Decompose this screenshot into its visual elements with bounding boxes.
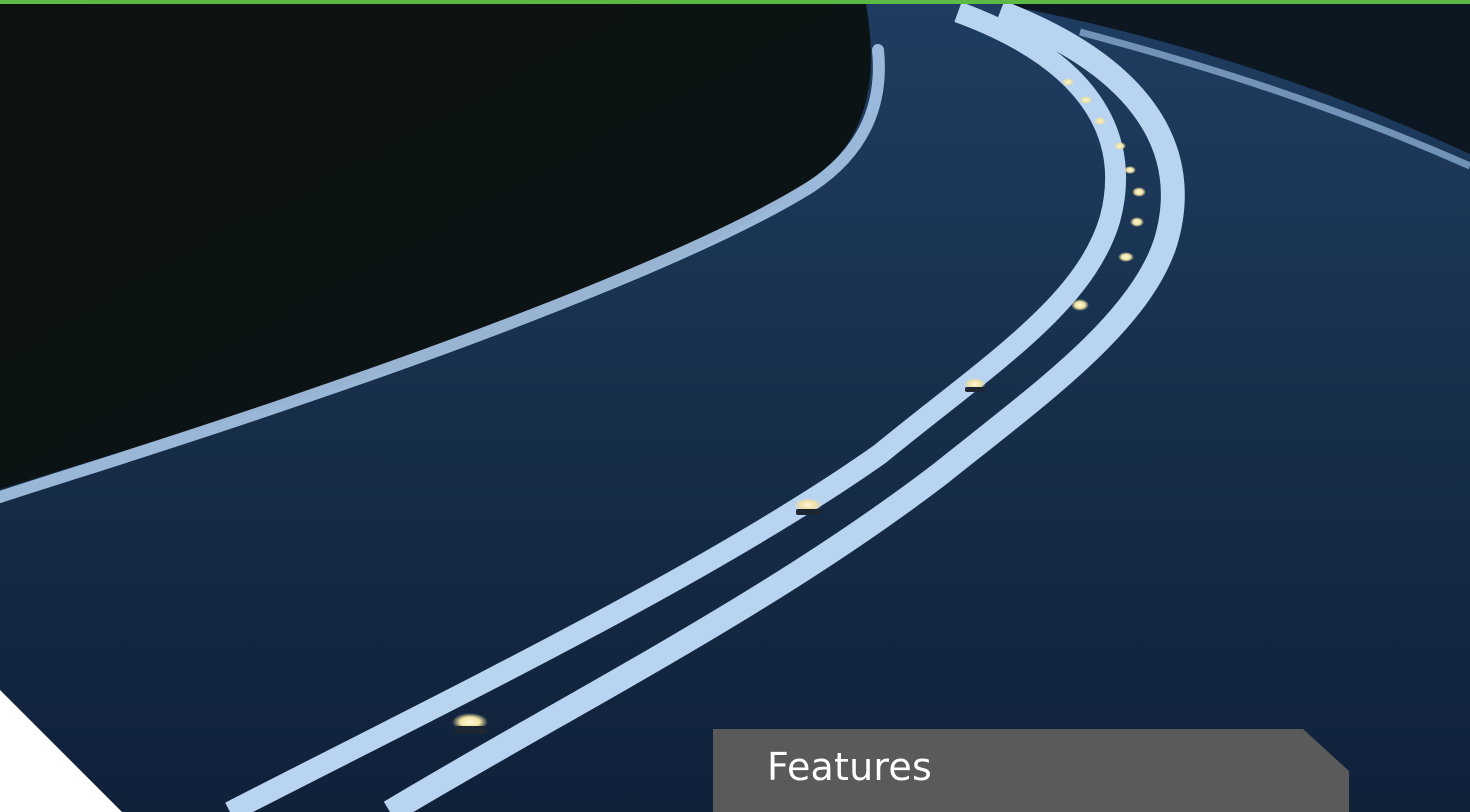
page: Features: [0, 0, 1470, 812]
top-accent-bar: [0, 0, 1470, 4]
corner-cut-decoration: [0, 690, 122, 812]
night-road-photo-icon: [0, 4, 1470, 812]
hero-image: [0, 4, 1470, 812]
features-tab[interactable]: Features: [713, 729, 1349, 812]
features-tab-label: Features: [767, 745, 932, 789]
